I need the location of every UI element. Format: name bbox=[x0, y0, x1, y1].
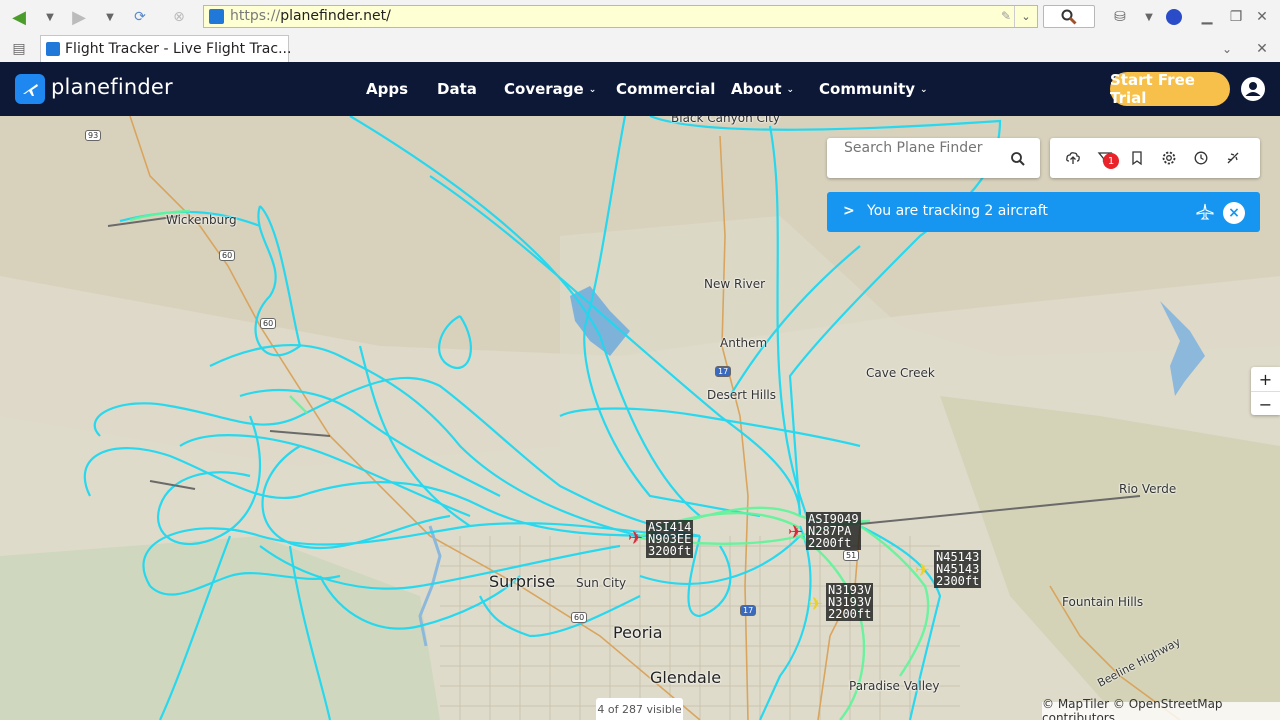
tracking-banner[interactable]: > You are tracking 2 aircraft × bbox=[827, 192, 1260, 232]
place-label: Sun City bbox=[576, 576, 627, 590]
route-shield: 60 bbox=[260, 318, 277, 329]
tab-overflow-chevron-icon[interactable]: ⌄ bbox=[1215, 37, 1239, 61]
restore-icon[interactable]: ❐ bbox=[1224, 5, 1248, 29]
planefinder-logo-icon[interactable] bbox=[15, 74, 45, 104]
zoom-out-button[interactable]: − bbox=[1251, 391, 1280, 416]
aircraft-label[interactable]: N3193V N3193V 2200ft bbox=[826, 583, 874, 621]
site-favicon-icon bbox=[209, 9, 224, 24]
menu-chevron-icon[interactable]: ▼ bbox=[1137, 5, 1161, 29]
map-attribution[interactable]: © MapTiler © OpenStreetMap contributors bbox=[1042, 697, 1280, 720]
flight-map[interactable]: Black Canyon City Wickenburg New River A… bbox=[0, 116, 1280, 720]
place-label: Cave Creek bbox=[866, 366, 935, 380]
chevron-down-icon: ⌄ bbox=[588, 85, 597, 95]
browser-toolbar: ◀ ▼ ▶ ▼ ⟳ ⊗ https://planefinder.net/ ✎ ⌄… bbox=[0, 0, 1280, 36]
route-shield: 93 bbox=[85, 130, 102, 141]
aircraft-icon[interactable]: ✈ bbox=[915, 560, 930, 581]
place-label: Rio Verde bbox=[1119, 482, 1177, 496]
browser-search-button[interactable] bbox=[1043, 5, 1095, 28]
url-text: https://planefinder.net/ bbox=[230, 8, 391, 24]
search-input[interactable] bbox=[842, 138, 1006, 158]
forward-icon[interactable]: ▶ bbox=[67, 5, 91, 29]
tracking-text: You are tracking 2 aircraft bbox=[867, 203, 1048, 219]
place-label: New River bbox=[704, 277, 766, 291]
aircraft-icon[interactable]: ✈ bbox=[808, 594, 823, 615]
place-label: Paradise Valley bbox=[849, 679, 940, 693]
aircraft-label[interactable]: ASI414 N903EE 3200ft bbox=[646, 520, 694, 558]
close-tracking-button[interactable]: × bbox=[1223, 202, 1245, 224]
back-history-chevron-icon[interactable]: ▼ bbox=[38, 5, 62, 29]
chevron-down-icon: ⌄ bbox=[920, 85, 928, 95]
logo-text[interactable]: planefinder bbox=[51, 75, 173, 99]
back-icon[interactable]: ◀ bbox=[7, 5, 31, 29]
gear-icon[interactable] bbox=[1161, 150, 1177, 166]
place-label: Black Canyon City bbox=[671, 116, 781, 125]
nav-apps[interactable]: Apps bbox=[366, 80, 408, 98]
close-window-icon[interactable]: ✕ bbox=[1250, 5, 1274, 29]
account-icon[interactable] bbox=[1241, 77, 1265, 101]
nav-coverage[interactable]: Coverage ⌄ bbox=[504, 80, 596, 98]
map-search-box bbox=[827, 138, 1040, 178]
forward-history-chevron-icon[interactable]: ▼ bbox=[98, 5, 122, 29]
magnifier-icon bbox=[1061, 9, 1077, 25]
nav-commercial[interactable]: Commercial bbox=[616, 80, 715, 98]
zoom-control: + − bbox=[1251, 367, 1280, 415]
search-icon[interactable] bbox=[1010, 151, 1026, 167]
tab-flight-tracker[interactable]: Flight Tracker - Live Flight Trac... bbox=[40, 35, 292, 62]
reload-icon[interactable]: ⟳ bbox=[128, 5, 152, 29]
chevron-down-icon: ⌄ bbox=[786, 85, 795, 95]
start-free-trial-button[interactable]: Start Free Trial bbox=[1110, 71, 1230, 107]
bookmark-icon[interactable] bbox=[1129, 150, 1145, 166]
tab-title: Flight Tracker - Live Flight Trac... bbox=[65, 41, 292, 57]
minimize-icon[interactable]: ▁ bbox=[1195, 5, 1219, 29]
history-icon[interactable] bbox=[1193, 150, 1209, 166]
site-navbar: planefinder Apps Data Coverage ⌄ Commerci… bbox=[0, 62, 1280, 116]
place-label: Fountain Hills bbox=[1062, 595, 1144, 609]
extension-icon[interactable]: ⛁ bbox=[1108, 5, 1132, 29]
place-label: Surprise bbox=[489, 572, 556, 591]
cloud-upload-icon[interactable] bbox=[1065, 150, 1081, 166]
visible-count: 4 of 287 visible bbox=[596, 698, 683, 720]
place-label: Glendale bbox=[650, 668, 722, 687]
nav-about[interactable]: About ⌄ bbox=[731, 80, 794, 98]
route-shield: 60 bbox=[219, 250, 236, 261]
aircraft-icon[interactable]: ✈ bbox=[628, 528, 643, 549]
route-shield: 51 bbox=[843, 550, 860, 561]
nav-community[interactable]: Community ⌄ bbox=[819, 80, 928, 98]
alert-count-badge: 1 bbox=[1103, 153, 1119, 169]
close-tab-icon[interactable]: ✕ bbox=[1250, 37, 1274, 61]
interstate-shield: 17 bbox=[740, 605, 757, 616]
plane-outline-icon bbox=[1196, 203, 1214, 220]
zoom-in-button[interactable]: + bbox=[1251, 367, 1280, 391]
address-bar[interactable]: https://planefinder.net/ ✎ ⌄ bbox=[203, 5, 1038, 28]
url-dropdown-icon[interactable]: ⌄ bbox=[1014, 6, 1037, 27]
place-label: Desert Hills bbox=[707, 388, 776, 402]
airport-icon[interactable] bbox=[1225, 150, 1241, 166]
aircraft-label[interactable]: N45143 N45143 2300ft bbox=[934, 550, 982, 588]
nav-data[interactable]: Data bbox=[437, 80, 477, 98]
stop-icon[interactable]: ⊗ bbox=[167, 5, 191, 29]
interstate-shield: 17 bbox=[715, 366, 732, 377]
aircraft-icon[interactable]: ✈ bbox=[788, 522, 803, 543]
key-icon: ✎ bbox=[1000, 9, 1011, 23]
route-shield: 60 bbox=[571, 612, 588, 623]
place-label: Peoria bbox=[613, 623, 663, 642]
place-label: Wickenburg bbox=[166, 213, 237, 227]
place-label: Anthem bbox=[720, 336, 768, 350]
aircraft-label[interactable]: ASI9049 N287PA 2200ft bbox=[806, 512, 861, 550]
chevron-right-icon[interactable]: > bbox=[843, 203, 855, 219]
tab-list-icon[interactable]: ▤ bbox=[7, 37, 31, 61]
tab-bar: ▤ Flight Tracker - Live Flight Trac... ⌄… bbox=[0, 35, 1280, 62]
tab-favicon-icon bbox=[46, 42, 60, 56]
browser-logo-icon[interactable] bbox=[1162, 5, 1186, 29]
map-toolbar bbox=[1050, 138, 1260, 178]
